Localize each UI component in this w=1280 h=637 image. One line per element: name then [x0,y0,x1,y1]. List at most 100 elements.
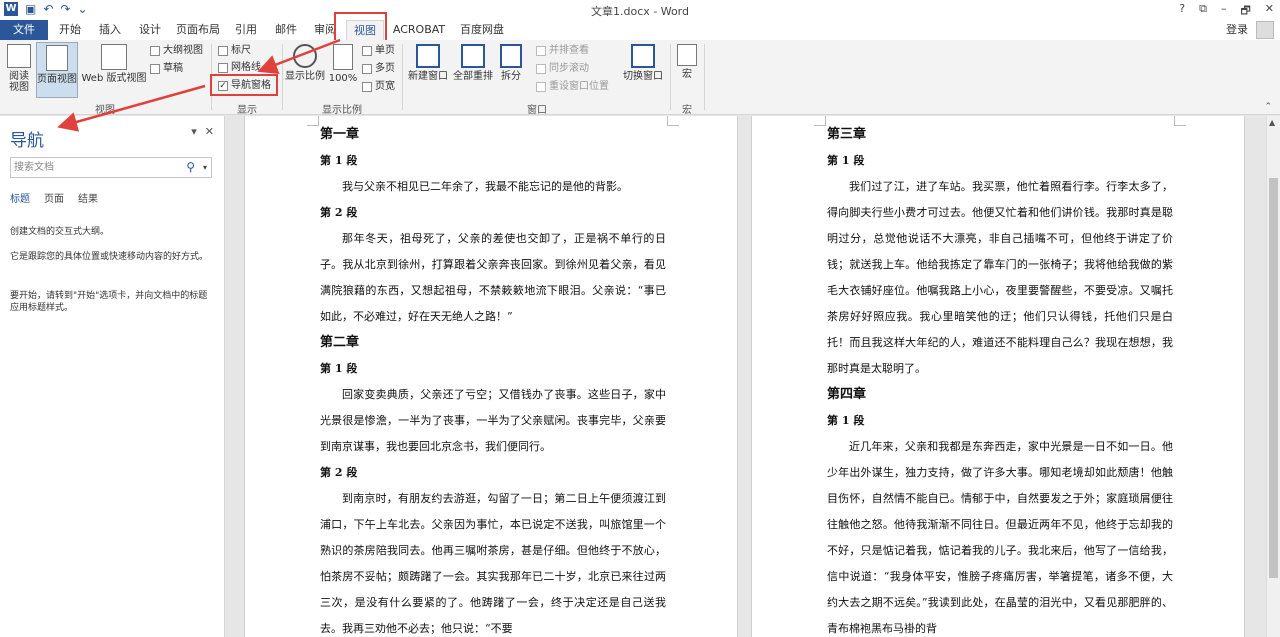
document-area: 第一章 第 1 段 我与父亲不相见已二年余了，我最不能忘记的是他的背影。 第 2… [226,116,1266,637]
vertical-scrollbar[interactable]: ▲ [1266,116,1280,637]
zoom-group-label: 显示比例 [322,105,362,116]
search-document-input[interactable]: 搜索文档 ⚲ ▾ [10,157,212,178]
heading-section: 第 1 段 [827,154,865,167]
group-separator [670,44,671,110]
tab-acrobat[interactable]: ACROBAT [390,20,448,40]
arrange-all-button[interactable]: 全部重排 [451,44,495,82]
outline-icon [150,45,160,56]
show-group-label: 显示 [237,105,257,116]
nav-pane-highlight [210,74,278,96]
one-page-icon [362,45,372,56]
heading-section: 第 2 段 [320,206,358,219]
tab-home[interactable]: 开始 [52,20,88,40]
search-icon[interactable]: ⚲ [186,158,195,177]
navigation-pane: 导航 ▾ ✕ 搜索文档 ⚲ ▾ 标题 页面 结果 创建文档的交互式大纲。 它是跟… [0,116,225,637]
paragraph: 到南京时，有朋友约去游逛，勾留了一日；第二日上午便须渡江到浦口，下午上车北去。父… [320,492,666,635]
paragraph: 近几年来，父亲和我都是东奔西走，家中光景是一日不如一日。他少年出外谋生，独力支持… [827,440,1173,635]
restore-icon[interactable]: 🗗 [1240,2,1250,21]
avatar[interactable] [1256,21,1274,39]
document-page-1[interactable]: 第一章 第 1 段 我与父亲不相见已二年余了，我最不能忘记的是他的背影。 第 2… [244,116,738,637]
tab-file[interactable]: 文件 [0,20,48,40]
read-mode-button[interactable]: 阅读视图 [4,44,34,93]
zoom-100-button[interactable]: 100% [328,44,358,84]
scroll-up-icon[interactable]: ▲ [1269,118,1275,127]
nav-pane-controls: ▾ ✕ [191,125,214,138]
minimize-icon[interactable]: – [1221,2,1227,21]
nav-tab-headings[interactable]: 标题 [10,190,30,205]
paragraph: 我们过了江，进了车站。我买票，他忙着照看行李。行李太多了，得向脚夫行些小费才可过… [827,180,1173,375]
view-tab-highlight [334,12,387,42]
page-width-icon [362,81,372,92]
nav-tab-pages[interactable]: 页面 [44,190,64,205]
ruler-checkbox[interactable]: 标尺 [218,44,251,57]
word-window: W ▣ ↶ ↷ ⌄ 文章1.docx - Word ? ⧉ – 🗗 ✕ 文件 开… [0,0,1280,637]
heading-chapter-2: 第二章 [320,335,360,350]
page-1-content: 第一章 第 1 段 我与父亲不相见已二年余了，我最不能忘记的是他的背影。 第 2… [320,122,666,637]
outline-button[interactable]: 大纲视图 [150,44,203,57]
close-icon[interactable]: ✕ [1265,2,1274,21]
zoom-100-icon [333,44,353,70]
views-group-label: 视图 [95,105,115,116]
sync-scroll-button[interactable]: 同步滚动 [536,62,589,75]
side-by-side-button[interactable]: 并排查看 [536,44,589,57]
search-options-icon[interactable]: ▾ [203,158,207,177]
nav-close-icon[interactable]: ✕ [205,125,214,138]
web-layout-button[interactable]: Web 版式视图 [80,44,148,84]
new-window-icon [416,44,440,68]
tab-mailings[interactable]: 邮件 [268,20,304,40]
zoom-button[interactable]: 显示比例 [284,44,326,82]
macros-icon [677,44,697,66]
collapse-ribbon-icon[interactable]: ⌃ [1264,102,1272,112]
heading-chapter-1: 第一章 [320,127,360,142]
title-bar: W ▣ ↶ ↷ ⌄ 文章1.docx - Word ? ⧉ – 🗗 ✕ [0,0,1280,20]
arrange-all-icon [461,44,485,68]
read-mode-icon [7,44,31,68]
split-button[interactable]: 拆分 [497,44,525,82]
heading-section: 第 1 段 [827,414,865,427]
tab-insert[interactable]: 插入 [92,20,128,40]
draft-icon [150,63,160,74]
magnifier-icon [293,44,317,68]
nav-options-icon[interactable]: ▾ [191,125,197,138]
heading-chapter-4: 第四章 [827,387,867,402]
reset-window-position-icon [536,81,546,92]
sync-scroll-icon [536,63,546,74]
group-separator [282,44,283,110]
window-title: 文章1.docx - Word [590,5,689,18]
tab-design[interactable]: 设计 [132,20,168,40]
document-page-2[interactable]: 第三章 第 1 段 我们过了江，进了车站。我买票，他忙着照看行李。行李太多了，得… [751,116,1245,637]
switch-windows-button[interactable]: 切换窗口 [620,44,666,82]
nav-tab-results[interactable]: 结果 [78,190,98,205]
multiple-pages-icon [362,63,372,74]
nav-message-3: 要开始，请转到"开始"选项卡，并向文档中的标题应用标题样式。 [10,291,208,313]
split-icon [500,44,522,68]
login-link[interactable]: 登录 [1226,20,1248,40]
macros-button[interactable]: 宏 [674,44,700,80]
gridlines-checkbox[interactable]: 网格线 [218,61,261,74]
draft-button[interactable]: 草稿 [150,62,183,75]
paragraph: 那年冬天，祖母死了，父亲的差使也交卸了，正是祸不单行的日子。我从北京到徐州，打算… [320,232,666,323]
multiple-pages-button[interactable]: 多页 [362,62,395,75]
tab-references[interactable]: 引用 [228,20,264,40]
window-group-label: 窗口 [527,105,547,116]
tab-page-layout[interactable]: 页面布局 [172,20,224,40]
nav-message-2: 它是跟踪您的具体位置或快速移动内容的好方式。 [10,252,209,262]
one-page-button[interactable]: 单页 [362,44,395,57]
heading-section: 第 2 段 [320,466,358,479]
new-window-button[interactable]: 新建窗口 [406,44,450,82]
group-separator [402,44,403,110]
print-layout-button[interactable]: 页面视图 [36,42,78,98]
heading-section: 第 1 段 [320,362,358,375]
scrollbar-thumb[interactable] [1269,178,1278,578]
tab-baidu-netdisk[interactable]: 百度网盘 [454,20,510,40]
ribbon-tabs: 文件 开始 插入 设计 页面布局 引用 邮件 审阅 视图 ACROBAT 百度网… [0,20,1280,40]
page-width-button[interactable]: 页宽 [362,80,395,93]
paragraph: 回家变卖典质，父亲还了亏空；又借钱办了丧事。这些日子，家中光景很是惨澹，一半为了… [320,388,666,453]
ribbon: 阅读视图 页面视图 Web 版式视图 大纲视图 草稿 视图 标尺 网格线 ✓ 导航… [0,40,1280,116]
help-icon[interactable]: ? [1179,2,1185,21]
window-controls: ? ⧉ – 🗗 ✕ [1179,2,1274,21]
nav-pane-title: 导航 [10,131,44,151]
reset-window-position-button[interactable]: 重设窗口位置 [536,80,609,93]
ribbon-display-icon[interactable]: ⧉ [1199,2,1207,21]
heading-section: 第 1 段 [320,154,358,167]
